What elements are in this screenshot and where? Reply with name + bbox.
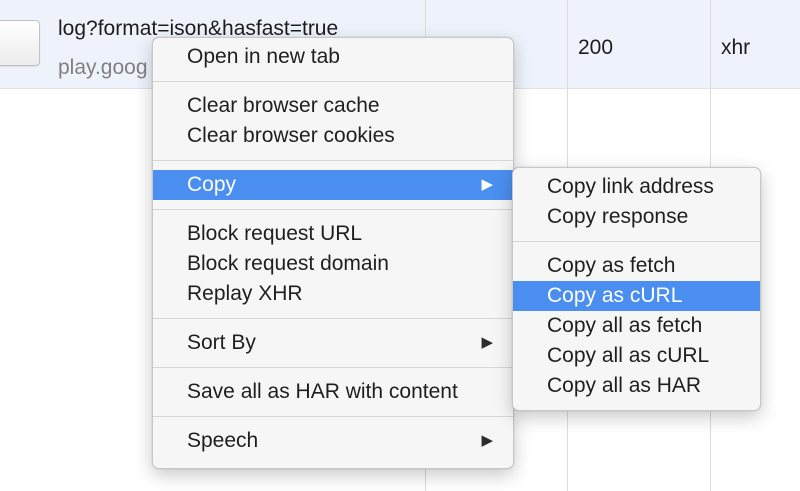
menu-item-label: Speech: [187, 429, 259, 452]
request-type: xhr: [721, 36, 751, 59]
menu-item-copy-link-address[interactable]: Copy link address: [513, 172, 760, 202]
menu-item-clear-browser-cache[interactable]: Clear browser cache: [153, 91, 513, 121]
menu-item-label: Copy link address: [547, 175, 714, 198]
file-icon: [0, 20, 40, 66]
menu-item-copy-all-as-har[interactable]: Copy all as HAR: [513, 371, 760, 401]
menu-item-save-all-as-har[interactable]: Save all as HAR with content: [153, 377, 513, 407]
menu-item-copy[interactable]: Copy ▶: [153, 170, 513, 200]
menu-item-copy-as-fetch[interactable]: Copy as fetch: [513, 251, 760, 281]
submenu-arrow-icon: ▶: [481, 334, 493, 351]
menu-item-label: Copy all as fetch: [547, 314, 703, 337]
menu-item-copy-as-curl[interactable]: Copy as cURL: [513, 281, 760, 311]
menu-item-label: Replay XHR: [187, 282, 303, 305]
request-domain: play.goog: [58, 56, 148, 79]
menu-item-block-request-domain[interactable]: Block request domain: [153, 249, 513, 279]
menu-separator: [153, 81, 513, 82]
menu-item-block-request-url[interactable]: Block request URL: [153, 219, 513, 249]
menu-item-clear-browser-cookies[interactable]: Clear browser cookies: [153, 121, 513, 151]
menu-item-label: Copy: [187, 173, 237, 196]
copy-submenu: Copy link address Copy response Copy as …: [512, 167, 761, 411]
menu-separator: [153, 209, 513, 210]
menu-item-label: Copy as cURL: [547, 284, 683, 307]
menu-separator: [153, 416, 513, 417]
request-status: 200: [578, 36, 614, 59]
menu-item-label: Copy all as cURL: [547, 344, 710, 367]
menu-item-sort-by[interactable]: Sort By ▶: [153, 328, 513, 358]
menu-item-label: Clear browser cache: [187, 94, 380, 117]
menu-item-speech[interactable]: Speech ▶: [153, 426, 513, 456]
menu-separator: [153, 160, 513, 161]
menu-separator: [153, 367, 513, 368]
menu-item-label: Block request domain: [187, 252, 389, 275]
menu-item-open-in-new-tab[interactable]: Open in new tab: [153, 42, 513, 72]
menu-item-label: Copy as fetch: [547, 254, 676, 277]
submenu-arrow-icon: ▶: [481, 432, 493, 449]
menu-item-copy-response[interactable]: Copy response: [513, 202, 760, 232]
menu-item-label: Copy response: [547, 205, 689, 228]
menu-item-copy-all-as-curl[interactable]: Copy all as cURL: [513, 341, 760, 371]
menu-item-copy-all-as-fetch[interactable]: Copy all as fetch: [513, 311, 760, 341]
menu-item-label: Block request URL: [187, 222, 363, 245]
menu-separator: [153, 318, 513, 319]
menu-item-label: Save all as HAR with content: [187, 380, 458, 403]
menu-item-label: Sort By: [187, 331, 256, 354]
menu-item-label: Clear browser cookies: [187, 124, 395, 147]
menu-item-label: Open in new tab: [187, 45, 340, 68]
menu-separator: [513, 241, 760, 242]
menu-item-replay-xhr[interactable]: Replay XHR: [153, 279, 513, 309]
context-menu: Open in new tab Clear browser cache Clea…: [152, 37, 514, 469]
menu-item-label: Copy all as HAR: [547, 374, 702, 397]
submenu-arrow-icon: ▶: [481, 176, 493, 193]
